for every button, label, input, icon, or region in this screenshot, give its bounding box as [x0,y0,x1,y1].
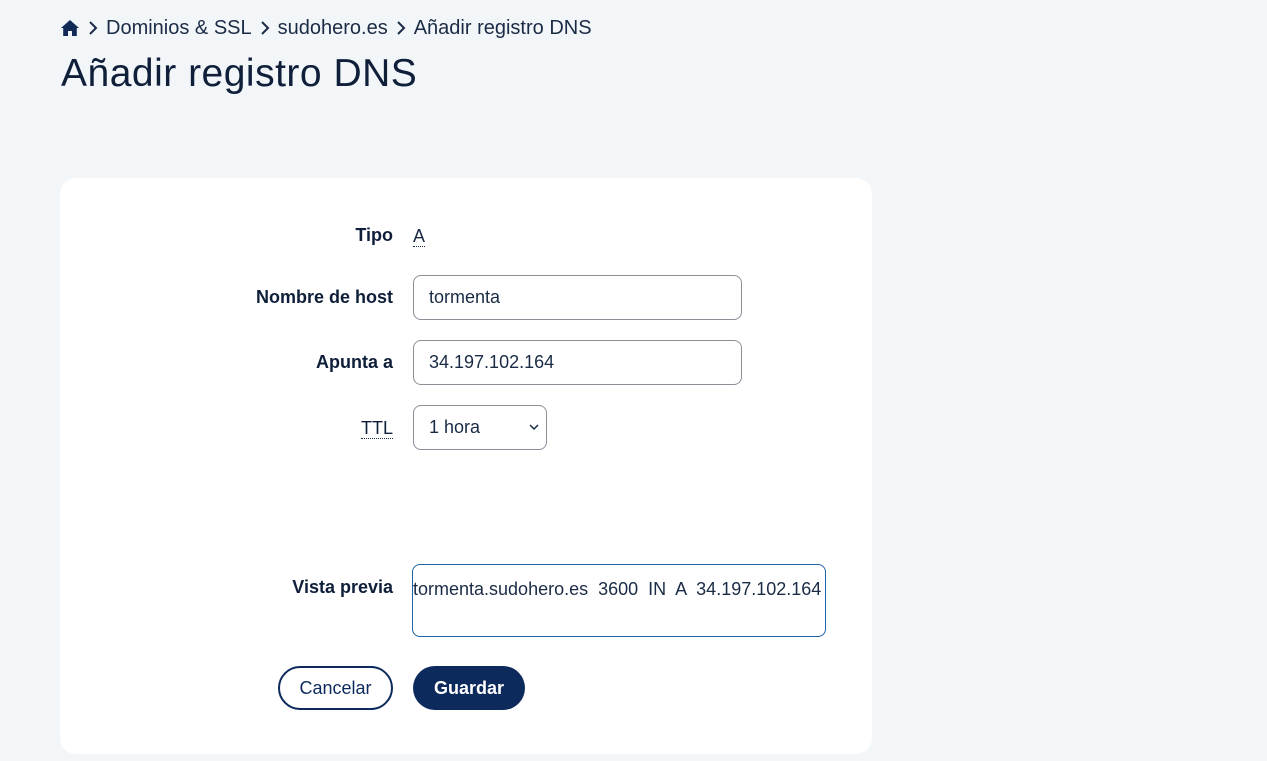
save-button[interactable]: Guardar [413,666,525,710]
preview-output: tormenta.sudohero.es 3600 IN A 34.197.10… [412,564,826,637]
breadcrumb-current: Añadir registro DNS [413,16,592,39]
home-icon[interactable] [60,18,80,38]
page-title: Añadir registro DNS [61,52,418,95]
tipo-label: Tipo [355,225,393,245]
ttl-label: TTL [360,418,393,439]
preview-label: Vista previa [292,577,393,597]
target-label: Apunta a [315,352,393,372]
breadcrumb: Dominios & SSL sudohero.es Añadir regist… [60,14,592,42]
dns-record-form: Tipo A Nombre de host Apunta a TTL 1 hor… [60,178,872,754]
cancel-button[interactable]: Cancelar [278,666,393,710]
chevron-right-icon [254,20,276,36]
ttl-select[interactable]: 1 hora [413,405,547,450]
chevron-right-icon [390,20,412,36]
ttl-selected-value: 1 hora [429,417,481,437]
target-input[interactable] [413,340,742,385]
tipo-value: A [413,226,426,247]
host-label: Nombre de host [255,287,393,307]
breadcrumb-link-domains[interactable]: Dominios & SSL [106,17,252,40]
breadcrumb-link-domain[interactable]: sudohero.es [278,17,388,40]
chevron-right-icon [82,20,104,36]
hostname-input[interactable] [413,275,742,320]
chevron-down-icon [529,423,539,433]
